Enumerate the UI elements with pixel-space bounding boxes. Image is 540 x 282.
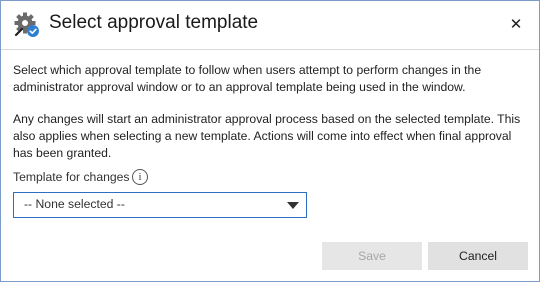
- template-select[interactable]: -- None selected --: [13, 192, 307, 218]
- chevron-down-icon: [287, 202, 299, 209]
- close-button[interactable]: ✕: [503, 13, 529, 37]
- save-button[interactable]: Save: [322, 242, 422, 270]
- dialog-title: Select approval template: [49, 12, 259, 33]
- template-select-value: -- None selected --: [24, 197, 125, 211]
- approval-template-dialog: Select approval template ✕ Select which …: [0, 0, 540, 282]
- cancel-button[interactable]: Cancel: [428, 242, 528, 270]
- dialog-titlebar: Select approval template ✕: [1, 1, 539, 50]
- settings-approval-icon: [13, 11, 41, 39]
- description-paragraph-2: Any changes will start an administrator …: [13, 112, 521, 160]
- info-icon[interactable]: i: [132, 169, 148, 185]
- template-field-label: Template for changes: [13, 170, 130, 184]
- description-paragraph-1: Select which approval template to follow…: [13, 63, 482, 94]
